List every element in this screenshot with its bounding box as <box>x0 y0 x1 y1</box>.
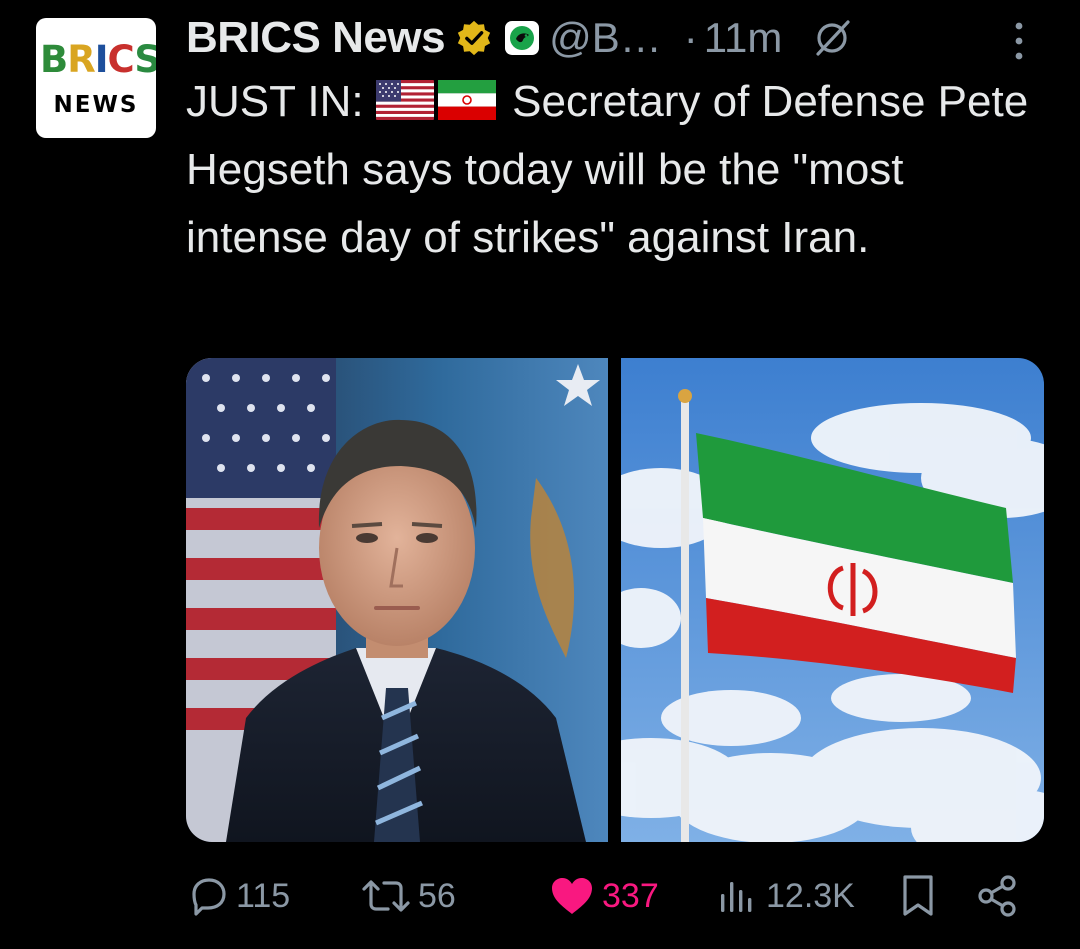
more-options-icon[interactable] <box>1004 16 1034 66</box>
photo-right[interactable] <box>621 358 1044 842</box>
reply-count: 115 <box>236 876 291 915</box>
views-count: 12.3K <box>766 876 855 915</box>
header-separator: · <box>683 14 698 61</box>
affiliate-badge-icon[interactable] <box>505 21 540 55</box>
share-button[interactable] <box>974 866 1028 926</box>
grok-icon[interactable] <box>812 18 852 58</box>
author-handle[interactable]: @B… <box>549 14 662 62</box>
iran-flag-emoji <box>437 80 496 120</box>
repost-button[interactable]: 56 <box>360 866 456 926</box>
tweet-text: JUST IN: Secretary of Defense Pete Hegse… <box>186 68 1056 272</box>
bookmark-icon <box>903 875 933 916</box>
tweet-timestamp[interactable]: 11m <box>704 14 783 62</box>
like-icon <box>552 878 592 914</box>
repost-count: 56 <box>418 876 456 915</box>
repost-icon <box>362 880 410 912</box>
reply-icon <box>192 878 226 916</box>
views-icon <box>721 882 752 912</box>
views-button[interactable]: 12.3K <box>716 866 855 926</box>
tweet-card: BRICS NEWS BRICS News @B… · 11m JUST IN:… <box>0 0 1080 949</box>
author-avatar[interactable]: BRICS NEWS <box>36 18 156 138</box>
share-icon <box>978 875 1016 917</box>
media-grid <box>186 358 1044 842</box>
avatar-logo-word: BRICS <box>40 38 156 81</box>
like-count: 337 <box>602 876 659 915</box>
tweet-lead: JUST IN: <box>186 77 364 126</box>
bookmark-button[interactable] <box>898 866 944 926</box>
author-display-name[interactable]: BRICS News <box>186 13 446 63</box>
photo-left[interactable] <box>186 358 608 842</box>
gold-verified-checkmark-icon[interactable] <box>455 19 493 57</box>
us-flag-emoji <box>375 80 434 120</box>
like-button[interactable]: 337 <box>548 866 659 926</box>
action-bar: 115 56 337 12.3K <box>186 866 1036 926</box>
avatar-logo-subword: NEWS <box>53 92 139 118</box>
tweet-header: BRICS News @B… · 11m <box>186 10 852 66</box>
reply-button[interactable]: 115 <box>186 866 290 926</box>
